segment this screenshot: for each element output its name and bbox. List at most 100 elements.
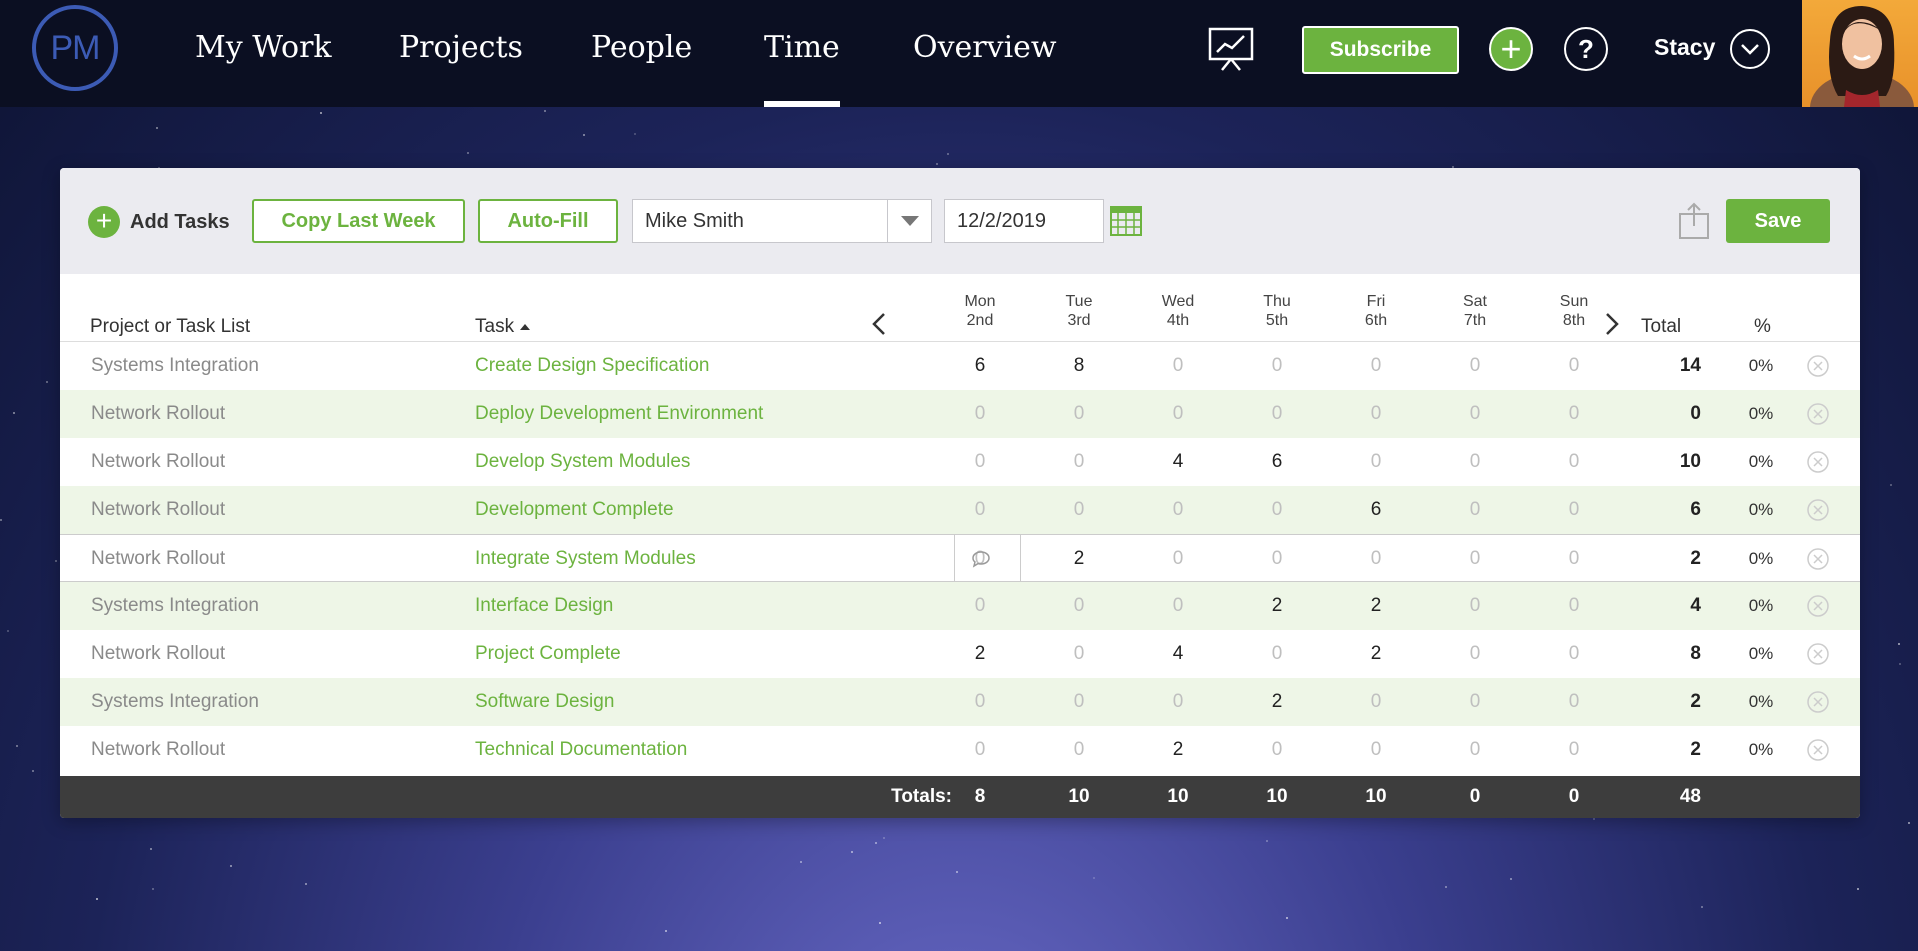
comment-icon[interactable] xyxy=(971,550,991,568)
hours-cell[interactable]: 0 xyxy=(1237,486,1317,534)
hours-cell[interactable]: 0 xyxy=(1039,726,1119,774)
remove-row-icon[interactable] xyxy=(1807,595,1829,617)
hours-cell[interactable]: 4 xyxy=(1138,438,1218,486)
hours-cell[interactable]: 2 xyxy=(1336,630,1416,678)
row-task-link[interactable]: Develop System Modules xyxy=(475,438,690,486)
hours-cell[interactable]: 0 xyxy=(1534,726,1614,774)
week-date-input[interactable]: 12/2/2019 xyxy=(944,199,1104,243)
hours-cell[interactable]: 0 xyxy=(1534,486,1614,534)
row-task-link[interactable]: Interface Design xyxy=(475,582,613,630)
auto-fill-button[interactable]: Auto-Fill xyxy=(478,199,618,243)
hours-cell[interactable]: 0 xyxy=(1534,438,1614,486)
hours-cell[interactable]: 2 xyxy=(1039,535,1119,583)
hours-cell[interactable]: 0 xyxy=(1039,438,1119,486)
hours-cell[interactable]: 0 xyxy=(1039,486,1119,534)
prev-week-icon[interactable] xyxy=(868,310,890,338)
hours-cell[interactable]: 0 xyxy=(1039,390,1119,438)
remove-row-icon[interactable] xyxy=(1807,403,1829,425)
hours-cell[interactable]: 0 xyxy=(940,438,1020,486)
hours-cell[interactable]: 6 xyxy=(1336,486,1416,534)
row-task-link[interactable]: Technical Documentation xyxy=(475,726,687,774)
hours-cell[interactable]: 0 xyxy=(1435,582,1515,630)
hours-cell[interactable]: 0 xyxy=(1336,390,1416,438)
hours-cell[interactable]: 0 xyxy=(940,582,1020,630)
row-task-link[interactable]: Development Complete xyxy=(475,486,674,534)
hours-cell[interactable]: 6 xyxy=(940,342,1020,390)
hours-cell[interactable]: 0 xyxy=(1237,726,1317,774)
hours-cell[interactable]: 0 xyxy=(1237,390,1317,438)
hours-cell[interactable]: 4 xyxy=(1138,630,1218,678)
hours-cell[interactable]: 0 xyxy=(1138,535,1218,583)
remove-row-icon[interactable] xyxy=(1807,355,1829,377)
row-project[interactable]: Network Rollout xyxy=(91,535,225,583)
hours-cell[interactable]: 0 xyxy=(1138,390,1218,438)
hours-cell[interactable]: 0 xyxy=(1039,630,1119,678)
row-task-link[interactable]: Create Design Specification xyxy=(475,342,709,390)
hours-cell[interactable]: 0 xyxy=(1435,486,1515,534)
hours-cell[interactable]: 0 xyxy=(1237,630,1317,678)
hours-cell[interactable]: 0 xyxy=(1435,678,1515,726)
remove-row-icon[interactable] xyxy=(1807,643,1829,665)
hours-cell[interactable]: 0 xyxy=(1039,678,1119,726)
remove-row-icon[interactable] xyxy=(1807,499,1829,521)
hours-cell[interactable]: 0 xyxy=(1138,486,1218,534)
app-logo[interactable]: PM xyxy=(32,5,118,91)
hours-cell[interactable]: 0 xyxy=(1435,535,1515,583)
presentation-icon[interactable] xyxy=(1208,26,1254,72)
hours-cell[interactable]: 0 xyxy=(1138,342,1218,390)
nav-people[interactable]: People xyxy=(591,0,692,107)
row-project[interactable]: Network Rollout xyxy=(91,486,225,534)
hours-cell[interactable]: 0 xyxy=(1039,582,1119,630)
remove-row-icon[interactable] xyxy=(1807,739,1829,761)
export-icon[interactable] xyxy=(1678,202,1710,240)
row-task-link[interactable]: Software Design xyxy=(475,678,614,726)
avatar[interactable] xyxy=(1802,0,1918,107)
add-tasks-button[interactable]: + Add Tasks xyxy=(88,206,230,238)
person-select[interactable]: Mike Smith xyxy=(632,199,932,243)
subscribe-button[interactable]: Subscribe xyxy=(1302,26,1459,74)
row-project[interactable]: Systems Integration xyxy=(91,582,259,630)
hours-cell[interactable]: 2 xyxy=(940,630,1020,678)
hours-cell[interactable]: 0 xyxy=(1336,726,1416,774)
nav-projects[interactable]: Projects xyxy=(399,0,523,107)
row-project[interactable]: Systems Integration xyxy=(91,342,259,390)
hours-cell[interactable]: 2 xyxy=(1237,582,1317,630)
hours-cell[interactable]: 0 xyxy=(1534,390,1614,438)
help-icon[interactable]: ? xyxy=(1564,27,1608,71)
hours-cell[interactable]: 0 xyxy=(1435,390,1515,438)
hours-cell[interactable]: 2 xyxy=(1336,582,1416,630)
row-project[interactable]: Network Rollout xyxy=(91,630,225,678)
hours-cell[interactable]: 6 xyxy=(1237,438,1317,486)
hours-cell[interactable]: 8 xyxy=(1039,342,1119,390)
row-project[interactable]: Network Rollout xyxy=(91,726,225,774)
hours-cell[interactable]: 0 xyxy=(1534,678,1614,726)
hours-cell[interactable]: 2 xyxy=(1138,726,1218,774)
hours-cell[interactable]: 0 xyxy=(1336,342,1416,390)
hours-cell[interactable]: 0 xyxy=(940,390,1020,438)
hours-cell[interactable]: 0 xyxy=(1237,535,1317,583)
caret-down-icon[interactable] xyxy=(887,200,931,242)
copy-last-week-button[interactable]: Copy Last Week xyxy=(252,199,465,243)
remove-row-icon[interactable] xyxy=(1807,548,1829,570)
user-name[interactable]: Stacy xyxy=(1654,34,1715,61)
row-project[interactable]: Network Rollout xyxy=(91,390,225,438)
nav-overview[interactable]: Overview xyxy=(913,0,1057,107)
hours-cell[interactable]: 0 xyxy=(1435,342,1515,390)
hours-cell[interactable]: 0 xyxy=(1138,678,1218,726)
next-week-icon[interactable] xyxy=(1601,310,1623,338)
hours-cell[interactable]: 0 xyxy=(1336,535,1416,583)
nav-my-work[interactable]: My Work xyxy=(195,0,332,107)
row-project[interactable]: Network Rollout xyxy=(91,438,225,486)
hours-cell[interactable]: 0 xyxy=(1138,582,1218,630)
row-task-link[interactable]: Deploy Development Environment xyxy=(475,390,763,438)
nav-time[interactable]: Time xyxy=(764,0,840,107)
hours-cell[interactable]: 0 xyxy=(1534,582,1614,630)
row-task-link[interactable]: Project Complete xyxy=(475,630,621,678)
hours-cell[interactable]: 0 xyxy=(1435,726,1515,774)
row-project[interactable]: Systems Integration xyxy=(91,678,259,726)
calendar-icon[interactable] xyxy=(1110,206,1142,236)
hours-cell[interactable]: 0 xyxy=(1336,438,1416,486)
hours-cell[interactable]: 0 xyxy=(1534,630,1614,678)
hours-cell[interactable]: 0 xyxy=(940,726,1020,774)
hours-cell[interactable]: 0 xyxy=(1534,342,1614,390)
